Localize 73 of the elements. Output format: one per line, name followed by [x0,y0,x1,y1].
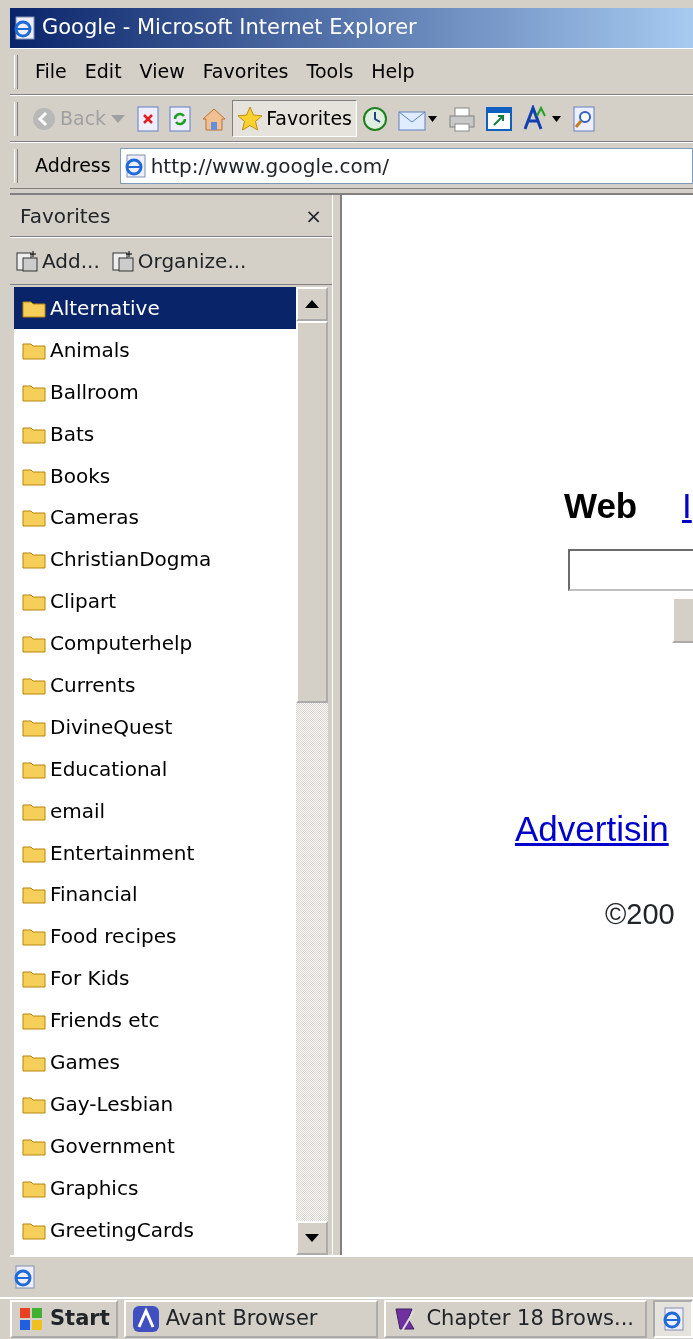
folder-icon [22,591,46,612]
folder-item[interactable]: Entertainment [14,831,296,874]
window-icon [485,105,512,132]
folder-item[interactable]: Educational [14,747,296,790]
taskbar-button[interactable]: Chapter 18 Brows... [384,1300,647,1338]
window-title: Google - Microsoft Internet Explorer [42,14,417,42]
stop-icon [137,105,160,132]
folder-item[interactable]: Food recipes [14,915,296,958]
menu-item[interactable]: Tools [297,57,363,86]
folder-icon [22,507,46,528]
printer-icon [447,105,476,132]
folder-item[interactable]: Ballroom [14,370,296,413]
taskbar-button[interactable] [653,1300,693,1338]
folder-item[interactable]: Currents [14,664,296,706]
folder-item[interactable]: For Kids [14,957,296,1000]
taskbar-button[interactable]: Avant Browser [123,1300,379,1338]
folder-item[interactable]: Books [14,454,296,497]
folder-icon [22,1010,46,1031]
browser-icon [661,1307,685,1331]
menu-item[interactable]: View [130,57,194,86]
folder-item[interactable]: Games [14,1041,296,1083]
up-arrow-icon [305,300,319,308]
folder-icon [22,884,46,905]
dropdown-arrow-icon [109,112,128,125]
start-button[interactable]: Start [10,1300,118,1338]
down-arrow-icon [305,1234,319,1242]
menu-item[interactable]: Favorites [193,57,298,86]
menu-item[interactable]: Edit [75,57,131,86]
folder-item[interactable]: Computerhelp [14,622,296,664]
windows-logo-icon [18,1306,44,1332]
close-button[interactable]: × [305,200,322,231]
copyright-text: ©200 [605,897,675,932]
add-favorite-icon [16,250,38,272]
folder-item[interactable]: Financial [14,873,296,916]
address-field[interactable]: http://www.google.com/ [119,147,693,184]
folder-item[interactable]: Government [14,1124,296,1167]
toolbar-button[interactable]: Favorites [232,100,357,137]
scroll-down-button[interactable] [296,1221,328,1255]
folder-item[interactable]: Graphics [14,1166,296,1209]
folder-item[interactable]: Alternative [14,287,296,329]
folder-item[interactable]: Friends etc [14,999,296,1042]
refresh-icon [169,105,192,132]
folder-item[interactable]: Cameras [14,496,296,539]
scrollbar-thumb[interactable] [296,321,328,703]
scroll-up-button[interactable] [296,287,328,321]
folder-icon [22,926,46,947]
folder-item[interactable]: Bats [14,412,296,455]
address-label: Address [34,153,112,179]
organize-icon [111,250,134,272]
magnifier-icon [571,105,596,132]
folder-item[interactable]: Gay-Lesbian [14,1082,296,1125]
folder-item[interactable]: GreetingCards [14,1208,296,1251]
toolbar-button[interactable]: Organize... [111,246,247,276]
folder-item[interactable]: email [14,789,296,832]
browser-icon [12,16,36,40]
folder-icon [22,549,46,570]
folder-icon [22,633,46,654]
menu-item[interactable]: File [26,57,76,86]
clock-icon [361,105,388,132]
folder-item[interactable]: DivineQuest [14,705,296,748]
folder-item[interactable]: Clipart [14,580,296,623]
folder-item[interactable]: Animals [14,328,296,371]
link[interactable]: Advertisin [515,803,669,856]
star-icon [237,105,264,132]
pane-title: Favorites [20,202,111,230]
menu-item[interactable]: Help [362,57,424,86]
tab-link[interactable]: I [682,480,692,533]
folder-item[interactable]: ChristianDogma [14,538,296,581]
folder-icon [22,968,46,989]
tab-link[interactable]: Web [564,480,638,533]
browser-icon [12,1265,36,1289]
toolbar-button[interactable]: Add... [16,246,100,276]
app-icon [131,1305,160,1333]
